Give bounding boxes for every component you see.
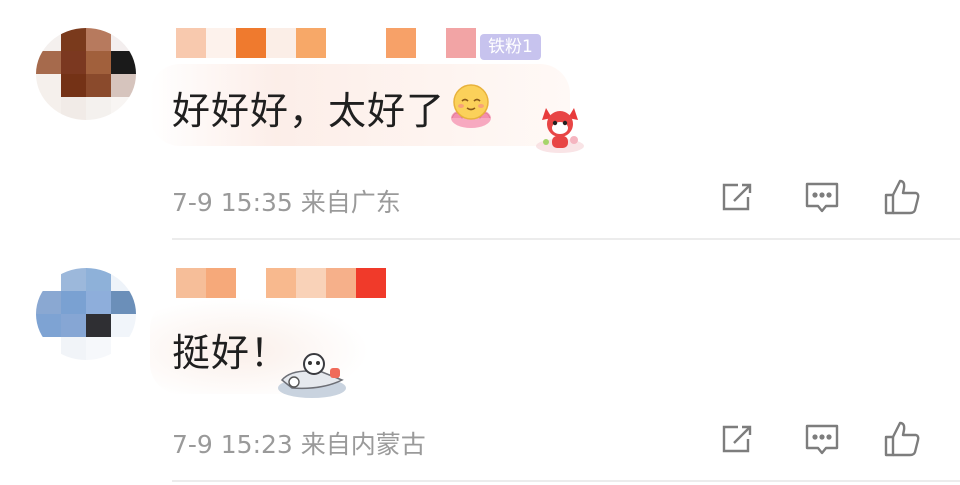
- share-icon: [722, 183, 752, 211]
- username-mosaic-block: [356, 268, 386, 298]
- username-mosaic-block: [176, 28, 206, 58]
- avatar-pixel: [111, 337, 136, 360]
- reply-button[interactable]: [802, 177, 842, 217]
- avatar-pixel: [36, 74, 61, 97]
- username-mosaic-block: [296, 268, 326, 298]
- username-mosaic-block: [386, 28, 416, 58]
- avatar-pixel: [36, 314, 61, 337]
- username-mosaic-block: [236, 28, 266, 58]
- location: 来自广东: [300, 188, 401, 217]
- fox-sticker-icon: [536, 108, 584, 153]
- avatar-pixel: [86, 28, 111, 51]
- avatar-pixel: [61, 314, 86, 337]
- username-mosaic-block: [326, 268, 356, 298]
- username-mosaic-block: [266, 268, 296, 298]
- username-mosaic-block: [266, 28, 296, 58]
- avatar-pixel: [61, 268, 86, 291]
- username-redacted[interactable]: [176, 28, 476, 58]
- comment-item: 铁粉1 好好好，太好了 7-9 15:35 来自广东: [0, 0, 960, 240]
- avatar-pixel: [86, 291, 111, 314]
- avatar-pixel: [86, 97, 111, 120]
- avatar-pixel: [61, 97, 86, 120]
- username-mosaic-block: [236, 268, 266, 298]
- avatar[interactable]: [36, 268, 136, 360]
- comment-text: 好好好，太好了: [172, 89, 446, 133]
- fan-badge: 铁粉1: [480, 34, 541, 60]
- comment-meta: 7-9 15:35 来自广东: [172, 183, 401, 219]
- username-mosaic-block: [446, 28, 476, 58]
- avatar-pixel: [61, 51, 86, 74]
- thumbs-up-icon: [884, 421, 920, 457]
- avatar-pixel: [111, 97, 136, 120]
- avatar-pixel: [61, 291, 86, 314]
- share-icon: [722, 425, 752, 453]
- username-mosaic-block: [356, 28, 386, 58]
- avatar-pixel: [36, 51, 61, 74]
- avatar-pixel: [36, 97, 61, 120]
- username-redacted[interactable]: [176, 268, 386, 298]
- timestamp: 7-9 15:35: [172, 188, 293, 217]
- avatar-pixel: [111, 51, 136, 74]
- like-button[interactable]: [882, 419, 922, 459]
- avatar-pixel: [61, 337, 86, 360]
- avatar-pixel: [36, 291, 61, 314]
- avatar-pixel: [111, 314, 136, 337]
- reply-button[interactable]: [802, 419, 842, 459]
- smiling-lotus-emoji-icon: [451, 84, 491, 128]
- comment-item: 挺好！ 7-9 15:23 来自内蒙古: [0, 240, 960, 485]
- share-button[interactable]: [718, 177, 758, 217]
- username-mosaic-block: [326, 28, 356, 58]
- comment-icon: [805, 424, 839, 455]
- astronaut-rocket-sticker-icon: [278, 353, 346, 398]
- location: 来自内蒙古: [300, 430, 426, 459]
- avatar-pixel: [111, 28, 136, 51]
- avatar-pixel: [111, 268, 136, 291]
- avatar-pixel: [61, 28, 86, 51]
- avatar-pixel: [86, 337, 111, 360]
- username-mosaic-block: [206, 268, 236, 298]
- avatar-pixel: [111, 291, 136, 314]
- username-mosaic-block: [416, 28, 446, 58]
- avatar-pixel: [86, 51, 111, 74]
- avatar-pixel: [86, 74, 111, 97]
- username-mosaic-block: [176, 268, 206, 298]
- avatar-pixel: [111, 74, 136, 97]
- share-button[interactable]: [718, 419, 758, 459]
- timestamp: 7-9 15:23: [172, 430, 293, 459]
- username-mosaic-block: [296, 28, 326, 58]
- avatar-pixel: [36, 337, 61, 360]
- username-mosaic-block: [206, 28, 236, 58]
- avatar-pixel: [61, 74, 86, 97]
- avatar-pixel: [86, 268, 111, 291]
- comment-icon: [805, 182, 839, 213]
- like-button[interactable]: [882, 177, 922, 217]
- comment-meta: 7-9 15:23 来自内蒙古: [172, 425, 426, 461]
- avatar-pixel: [36, 268, 61, 291]
- divider: [172, 480, 960, 482]
- avatar[interactable]: [36, 28, 136, 120]
- avatar-pixel: [86, 314, 111, 337]
- avatar-pixel: [36, 28, 61, 51]
- thumbs-up-icon: [884, 179, 920, 215]
